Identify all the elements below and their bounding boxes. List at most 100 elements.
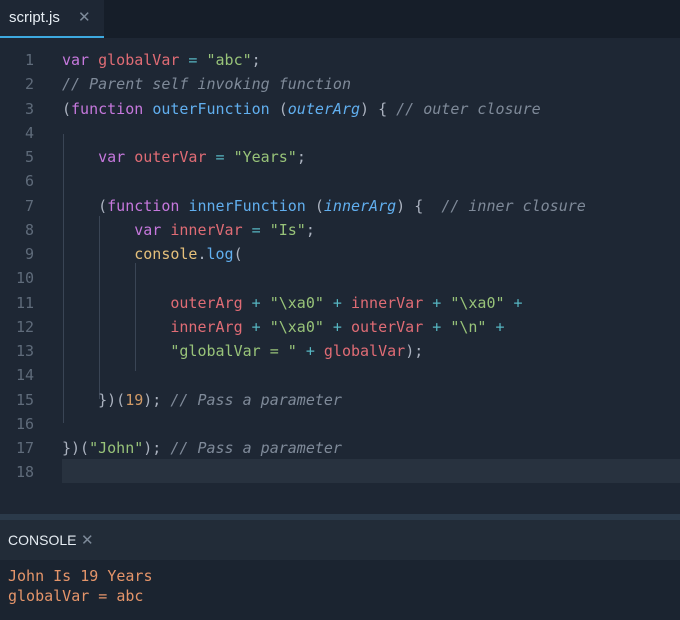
code-text: (function innerFunction (innerArg) { // … — [62, 194, 586, 218]
code-token: console — [134, 245, 198, 263]
line-number: 10 — [15, 269, 34, 288]
line-number: 5 — [24, 148, 34, 166]
code-token: = — [179, 51, 207, 69]
code-line[interactable]: 4 — [0, 121, 680, 145]
line-number: 8 — [24, 220, 34, 239]
code-playground: script.js ✕ 1 var globalVar = "abc"; 2 // P… — [0, 0, 680, 620]
line-number: 15 — [15, 390, 34, 409]
code-token: outerFunction — [152, 99, 279, 118]
code-line[interactable]: 8 var innerVar = "Is"; — [0, 218, 680, 242]
code-token: ) { — [396, 196, 442, 215]
code-token: outerVar — [134, 148, 207, 166]
code-token: ) { — [360, 99, 397, 118]
close-icon[interactable]: ✕ — [81, 531, 94, 549]
code-token: ; — [251, 51, 261, 69]
code-line[interactable]: 9 console.log( — [0, 242, 680, 266]
close-icon[interactable]: ✕ — [78, 8, 91, 26]
code-token: })( — [62, 390, 126, 409]
code-token: var — [98, 148, 135, 166]
tab-label: script.js — [9, 9, 60, 26]
code-token: var — [62, 51, 99, 69]
code-token: + — [296, 342, 324, 360]
code-token: 19 — [125, 390, 144, 409]
code-token: + — [242, 317, 270, 336]
code-text: (function outerFunction (outerArg) { // … — [62, 97, 541, 121]
line-number: 3 — [24, 99, 34, 118]
code-line[interactable]: 13 "globalVar = " + globalVar); — [0, 339, 680, 363]
code-line[interactable]: 5 var outerVar = "Years"; — [0, 145, 680, 169]
code-token: "Years" — [233, 148, 297, 166]
code-token: "globalVar = " — [170, 342, 297, 360]
code-token: "\n" — [450, 317, 487, 336]
code-token: globalVar — [323, 342, 406, 360]
code-token: ( — [62, 196, 108, 215]
code-token: // inner closure — [441, 196, 586, 215]
code-token: ( — [314, 196, 324, 215]
code-token: + — [423, 317, 451, 336]
code-token: "\xa0" — [269, 317, 324, 336]
code-token: ; — [305, 220, 315, 239]
code-editor[interactable]: 1 var globalVar = "abc"; 2 // Parent self i… — [0, 38, 680, 514]
code-token: + — [323, 293, 351, 312]
tab-script-js[interactable]: script.js ✕ — [0, 0, 104, 38]
code-line[interactable]: 1 var globalVar = "abc"; — [0, 48, 680, 72]
line-number: 1 — [24, 51, 34, 69]
code-token: "\xa0" — [269, 293, 324, 312]
code-text: console.log( — [62, 242, 243, 266]
code-token: ); — [143, 390, 171, 409]
code-token: function — [107, 196, 189, 215]
console-output-line: John Is 19 Years — [8, 567, 153, 585]
code-text: var outerVar = "Years"; — [62, 145, 306, 169]
console-title: CONSOLE — [8, 532, 77, 548]
code-token: innerVar — [170, 220, 243, 239]
code-line[interactable]: 3 (function outerFunction (outerArg) { //… — [0, 97, 680, 121]
code-line[interactable]: 18 — [0, 460, 680, 484]
code-token: innerArg — [323, 196, 397, 215]
code-line[interactable]: 2 // Parent self invoking function — [0, 72, 680, 96]
line-number: 4 — [24, 123, 34, 142]
code-token: innerFunction — [188, 196, 315, 215]
console-panel: CONSOLE ✕ John Is 19 Years globalVar = a… — [0, 520, 680, 620]
console-output-line: globalVar = abc — [8, 587, 144, 605]
code-token: "abc" — [206, 51, 252, 69]
line-number: 9 — [24, 245, 34, 263]
code-token: "\xa0" — [450, 293, 505, 312]
code-token: var — [134, 220, 171, 239]
code-line[interactable]: 11 outerArg + "\xa0" + innerVar + "\xa0"… — [0, 291, 680, 315]
code-token: = — [242, 220, 270, 239]
code-token: // outer closure — [396, 99, 541, 118]
line-number: 18 — [15, 463, 34, 482]
line-number: 13 — [15, 342, 34, 360]
code-text: // Parent self invoking function — [62, 72, 351, 96]
code-line[interactable]: 12 innerArg + "\xa0" + outerVar + "\n" + — [0, 315, 680, 339]
code-token: + — [323, 317, 351, 336]
code-token: outerArg — [170, 293, 243, 312]
line-number: 16 — [15, 414, 34, 433]
code-token: ( — [233, 245, 243, 263]
code-text: })("John"); // Pass a parameter — [62, 436, 342, 460]
code-token: globalVar — [98, 51, 180, 69]
code-token: outerArg — [287, 99, 361, 118]
code-token: function — [71, 99, 153, 118]
code-line[interactable]: 16 — [0, 412, 680, 436]
line-number: 7 — [24, 196, 34, 215]
code-token: ); — [405, 342, 424, 360]
code-token: // Pass a parameter — [170, 390, 342, 409]
code-line[interactable]: 10 — [0, 266, 680, 290]
code-token: ( — [278, 99, 288, 118]
code-token: innerVar — [351, 293, 424, 312]
code-line[interactable]: 17 })("John"); // Pass a parameter — [0, 436, 680, 460]
code-text: outerArg + "\xa0" + innerVar + "\xa0" + — [62, 291, 522, 315]
code-token: // Parent self invoking function — [62, 75, 351, 94]
code-token: innerArg — [170, 317, 243, 336]
code-line[interactable]: 7 (function innerFunction (innerArg) { /… — [0, 194, 680, 218]
line-number: 17 — [15, 439, 34, 457]
code-line[interactable]: 15 })(19); // Pass a parameter — [0, 388, 680, 412]
line-number: 14 — [15, 366, 34, 385]
code-line[interactable]: 14 — [0, 363, 680, 387]
code-line[interactable]: 6 — [0, 169, 680, 193]
code-token: + — [423, 293, 451, 312]
